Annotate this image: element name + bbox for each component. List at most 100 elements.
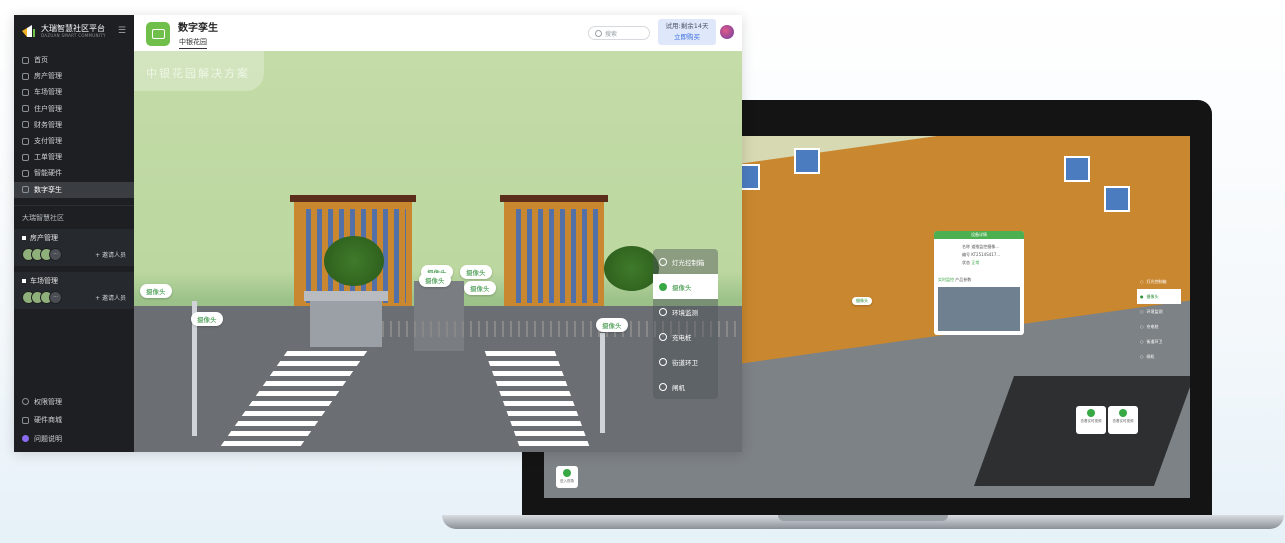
menu-toggle-icon[interactable]: ☰ [118,26,126,36]
menu-label: 数字孪生 [34,185,62,194]
enter-view-button[interactable]: 进入视角 [556,466,578,488]
menu-label: 财务管理 [34,120,62,129]
more-avatars-icon: ··· [49,290,62,304]
member-avatars[interactable]: ··· [22,247,62,261]
car-icon [22,88,29,96]
layer-item-lighting[interactable]: 灯光控制箱 [653,249,718,274]
camera-tag[interactable]: 摄像头 [464,281,496,295]
bullet-icon [22,235,26,240]
menu-item-hardware[interactable]: 智能硬件 [14,165,134,181]
card-value: KT2514S417... [971,252,1001,257]
layer-item-charging[interactable]: 充电桩 [653,324,718,349]
camera-pole [600,333,605,433]
permission-icon [22,398,29,406]
user-avatar[interactable] [720,25,734,39]
laptop-camera-tag[interactable]: 摄像头 [852,297,872,305]
laptop-layer-panel: ○ 灯光控制箱 ● 摄像头 ○ 环境监测 ○ 充电桩 ○ 街道环卫 ○ 闸机 [1137,274,1181,364]
menu-item-residents[interactable]: 住户管理 [14,101,134,117]
layer-item-sanitation[interactable]: 街道环卫 [653,349,718,374]
laptop-layer-item[interactable]: ○ 环境监测 [1137,304,1181,319]
layer-item-camera[interactable]: 摄像头 [653,274,718,299]
more-avatars-icon: ··· [49,247,62,261]
search-icon [595,29,602,37]
layer-label: 摄像头 [672,283,692,292]
menu-item-digital-twin[interactable]: 数字孪生 [14,181,134,198]
menu-label: 问题说明 [34,434,62,443]
residential-building [500,195,608,311]
layer-label: 环境监测 [672,308,698,317]
play-video-button[interactable]: 查看实时视频 [1076,406,1106,434]
card-link-live[interactable]: 实时监控 [938,277,954,282]
person-icon [563,469,571,477]
live-video-thumbnail[interactable] [938,287,1020,331]
menu-item-finance[interactable]: 财务管理 [14,117,134,133]
check-icon [659,282,667,291]
help-icon [22,435,29,443]
radio-icon [659,307,667,316]
workorder-icon [22,153,29,161]
main-menu: 首页 房产管理 车场管理 住户管理 财务管理 支付管理 工单管理 智能硬件 数字… [14,52,134,198]
tab-community[interactable]: 中银花园 [179,37,207,49]
menu-item-parking[interactable]: 车场管理 [14,84,134,100]
laptop-layer-item[interactable]: ○ 闸机 [1137,349,1181,364]
camera-tag[interactable]: 摄像头 [460,265,492,279]
group-title: 车场管理 [30,276,58,285]
laptop-layer-item[interactable]: ○ 街道环卫 [1137,334,1181,349]
menu-item-property[interactable]: 房产管理 [14,68,134,84]
menu-item-hardware-store[interactable]: 硬件商城 [14,411,134,430]
sidebar-bottom: 权限管理 硬件商城 问题说明 [14,393,134,449]
laptop-layer-item[interactable]: ● 摄像头 [1137,289,1181,304]
top-header: 数字孪生 中银花园 搜索 试用:剩余14天 立即购买 [134,15,742,51]
app-window: 大瑞智慧社区平台 DAZUAN SMART COMMUNITY ☰ 首页 房产管… [14,15,742,452]
layer-label: 环境监测 [1146,308,1163,314]
card-link-params[interactable]: 产品参数 [955,277,971,282]
guard-house [304,291,388,347]
digital-twin-scene[interactable]: 中银花园解决方案 摄像头 摄像头 摄像头 摄像头 摄像头 摄像头 摄像头 灯光控… [134,51,742,452]
trial-badge[interactable]: 试用:剩余14天 立即购买 [658,19,716,45]
menu-label: 权限管理 [34,397,62,406]
play-icon [1087,409,1095,417]
layer-label: 充电桩 [1146,323,1159,329]
layer-item-environment[interactable]: 环境监测 [653,299,718,324]
enter-view-label: 进入视角 [560,479,574,483]
laptop-layer-item[interactable]: ○ 充电桩 [1137,319,1181,334]
menu-item-permissions[interactable]: 权限管理 [14,393,134,412]
layer-label: 灯光控制箱 [1146,278,1167,284]
menu-label: 工单管理 [34,153,62,162]
menu-item-help[interactable]: 问题说明 [14,430,134,449]
camera-tag[interactable]: 摄像头 [140,284,172,298]
store-icon [22,416,29,424]
digital-twin-app-icon [146,22,170,46]
menu-label: 支付管理 [34,137,62,146]
laptop-layer-item[interactable]: ○ 灯光控制箱 [1137,274,1181,289]
buy-now-link[interactable]: 立即购买 [658,32,716,43]
menu-item-workorder[interactable]: 工单管理 [14,149,134,165]
layer-label: 闸机 [1146,353,1155,359]
camera-tag[interactable]: 摄像头 [596,318,628,332]
play-icon [1119,409,1127,417]
card-title: 设备详情 [934,231,1024,239]
community-section-title: 大瑞智慧社区 [14,204,134,223]
group-title: 房产管理 [30,233,58,242]
home-icon [22,56,29,64]
menu-item-home[interactable]: 首页 [14,52,134,68]
search-input[interactable]: 搜索 [588,26,650,40]
brand-title: 大瑞智慧社区平台 [41,24,105,33]
layer-item-gate[interactable]: 闸机 [653,374,718,399]
camera-tag[interactable]: 摄像头 [191,312,223,326]
card-key: 状态 [962,260,970,265]
group-property: 房产管理 ··· + 邀请人员 [14,228,134,266]
twin-icon [22,186,29,194]
play-label: 查看实时视频 [1080,419,1102,423]
card-key: 编号 [962,252,970,257]
laptop-window [1104,186,1130,212]
camera-tag[interactable]: 摄像头 [419,273,451,287]
invite-member-button[interactable]: + 邀请人员 [95,293,126,302]
menu-item-payment[interactable]: 支付管理 [14,133,134,149]
member-avatars[interactable]: ··· [22,290,62,304]
play-video-button[interactable]: 查看实时视频 [1108,406,1138,434]
invite-member-button[interactable]: + 邀请人员 [95,250,126,259]
layer-label: 街道环卫 [672,358,698,367]
tree [604,246,659,291]
solution-banner: 中银花园解决方案 [134,51,264,91]
